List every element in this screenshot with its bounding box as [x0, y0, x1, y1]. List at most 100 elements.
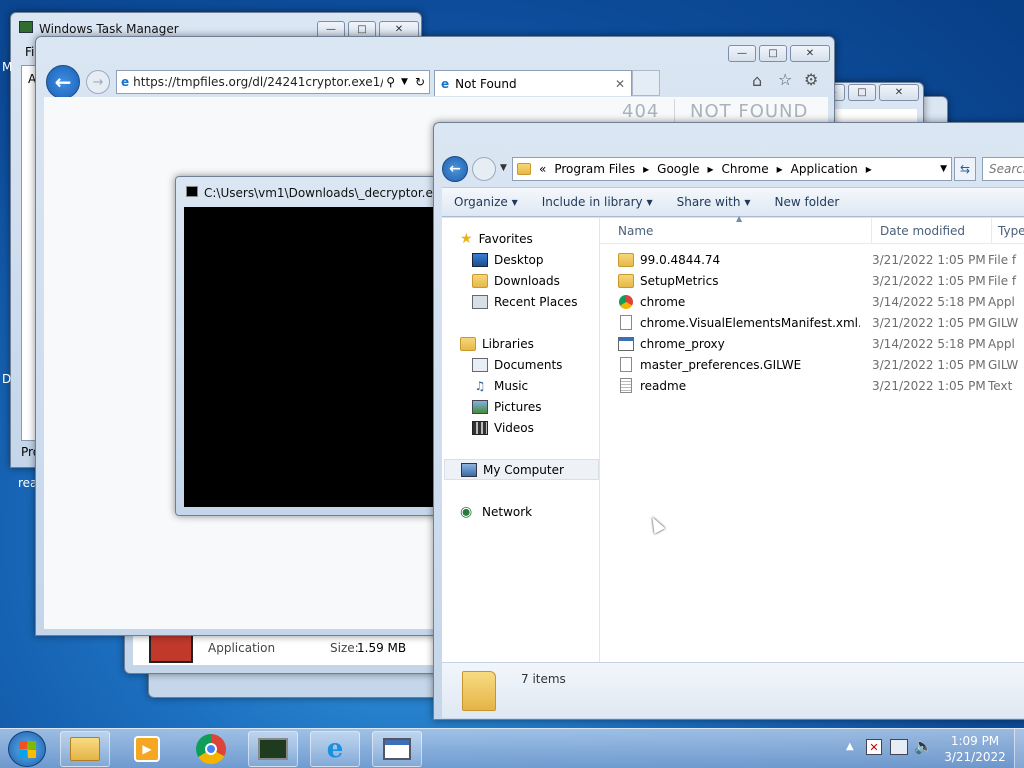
taskbar-console[interactable] [372, 731, 422, 767]
tab-close-icon[interactable]: ✕ [615, 77, 631, 91]
column-date-modified[interactable]: Date modified [872, 218, 992, 243]
breadcrumb-dropdown-icon[interactable]: ▼ [940, 164, 951, 174]
column-headers: Name Date modified Type [600, 218, 1024, 244]
taskbar-media-player[interactable]: ▶ [122, 731, 172, 767]
explorer-back-button[interactable]: ← [442, 156, 468, 182]
table-row[interactable]: chrome_proxy 3/14/2022 5:18 PM Appl [600, 333, 1024, 354]
documents-icon [472, 357, 488, 372]
taskbar-chrome[interactable] [186, 731, 236, 767]
chevron-right-icon[interactable]: ▸ [643, 162, 649, 176]
explorer-forward-button[interactable] [472, 157, 496, 181]
nav-videos[interactable]: Videos [472, 417, 534, 438]
search-icon[interactable]: ⚲ [383, 75, 398, 89]
file-name: master_preferences.GILWE [640, 357, 802, 372]
chevron-right-icon[interactable]: ▸ [707, 162, 713, 176]
breadcrumb[interactable]: « Program Files ▸ Google ▸ Chrome ▸ Appl… [512, 157, 952, 181]
breadcrumb-application[interactable]: Application [791, 162, 858, 176]
bg-maximize-button[interactable]: □ [848, 84, 876, 101]
show-desktop-button[interactable] [1014, 729, 1024, 768]
tray-show-hidden-icon[interactable]: ▲ [846, 741, 854, 752]
bg-close-button[interactable]: ✕ [879, 84, 919, 101]
taskbar-explorer[interactable] [60, 731, 110, 767]
file-date: 3/21/2022 1:05 PM [872, 315, 986, 330]
breadcrumb-google[interactable]: Google [657, 162, 699, 176]
music-icon: ♫ [474, 378, 486, 393]
nav-desktop[interactable]: Desktop [472, 249, 544, 270]
nav-downloads[interactable]: Downloads [472, 270, 560, 291]
new-folder-button[interactable]: New folder [762, 188, 851, 216]
file-size-label: Size: [330, 641, 359, 655]
organize-button[interactable]: Organize ▼ [442, 188, 530, 216]
chevron-right-icon[interactable]: ▸ [866, 162, 872, 176]
history-dropdown-icon[interactable]: ▼ [500, 163, 507, 173]
table-row[interactable]: 99.0.4844.74 3/21/2022 1:05 PM File f [600, 249, 1024, 270]
start-button[interactable] [8, 731, 46, 767]
ie-close-button[interactable]: ✕ [790, 45, 830, 62]
include-library-label: Include in library [541, 195, 643, 209]
chevron-right-icon[interactable]: ▸ [777, 162, 783, 176]
forward-button[interactable]: → [86, 70, 110, 94]
new-tab-area[interactable] [632, 70, 660, 96]
taskbar-task-manager[interactable] [248, 731, 298, 767]
ie-tab[interactable]: e Not Found ✕ [434, 70, 632, 96]
home-icon[interactable]: ⌂ [752, 71, 762, 90]
share-with-button[interactable]: Share with ▼ [665, 188, 763, 216]
console-output[interactable] [184, 207, 466, 507]
desktop-letter-d: D [2, 372, 12, 386]
address-bar[interactable]: e https://tmpfiles.org/dl/24241cryptor.e… [116, 70, 430, 94]
search-input[interactable]: Search [982, 157, 1024, 181]
file-name: chrome.VisualElementsManifest.xml.GIL... [640, 315, 860, 330]
volume-icon[interactable]: 🔈 [914, 737, 933, 755]
table-row[interactable]: readme 3/21/2022 1:05 PM Text [600, 375, 1024, 396]
refresh-icon[interactable]: ↻ [411, 75, 429, 89]
ie-minimize-button[interactable]: — [728, 45, 756, 62]
dropdown-arrow-icon: ▼ [744, 197, 751, 207]
file-name: chrome [640, 294, 686, 309]
breadcrumb-overflow[interactable]: « [539, 162, 546, 176]
tools-gear-icon[interactable]: ⚙ [804, 70, 818, 89]
include-in-library-button[interactable]: Include in library ▼ [530, 188, 665, 216]
ie-caption-buttons: — □ ✕ [728, 45, 830, 62]
file-name: SetupMetrics [640, 273, 719, 288]
nav-libraries[interactable]: Libraries [460, 333, 534, 354]
explorer-folder-icon [70, 737, 100, 761]
taskbar-internet-explorer[interactable]: e [310, 731, 360, 767]
nav-downloads-label: Downloads [494, 273, 560, 288]
dropdown-arrow-icon[interactable]: ▼ [398, 77, 411, 87]
explorer-window: ← ▼ « Program Files ▸ Google ▸ Chrome ▸ … [433, 122, 1024, 720]
share-with-label: Share with [676, 195, 741, 209]
breadcrumb-program-files[interactable]: Program Files [554, 162, 635, 176]
favorites-star-icon[interactable]: ☆ [778, 70, 792, 89]
column-name[interactable]: Name [600, 218, 872, 243]
explorer-refresh-button[interactable]: ⇆ [954, 157, 976, 181]
nav-my-computer[interactable]: My Computer [444, 459, 599, 480]
ie-maximize-button[interactable]: □ [759, 45, 787, 62]
action-center-flag-icon[interactable]: ✕ [866, 739, 882, 755]
nav-recent-places[interactable]: Recent Places [472, 291, 577, 312]
task-manager-icon [19, 21, 33, 33]
table-row[interactable]: chrome.VisualElementsManifest.xml.GIL...… [600, 312, 1024, 333]
table-row[interactable]: master_preferences.GILWE 3/21/2022 1:05 … [600, 354, 1024, 375]
nav-network[interactable]: ◉ Network [460, 501, 532, 522]
breadcrumb-chrome[interactable]: Chrome [722, 162, 769, 176]
network-tray-icon[interactable] [890, 739, 908, 755]
search-placeholder: Search [989, 162, 1024, 176]
star-icon: ★ [460, 230, 473, 247]
column-type[interactable]: Type [992, 218, 1024, 243]
task-manager-menu-file[interactable]: Fi [25, 45, 34, 59]
file-name: chrome_proxy [640, 336, 725, 351]
downloads-folder-icon [472, 273, 488, 288]
nav-favorites[interactable]: ★ Favorites [460, 228, 533, 249]
ie-page-icon: e [121, 75, 130, 89]
nav-documents[interactable]: Documents [472, 354, 562, 375]
chrome-icon [619, 294, 633, 309]
nav-pictures[interactable]: Pictures [472, 396, 542, 417]
back-button[interactable]: ← [46, 65, 80, 99]
nav-music[interactable]: ♫ Music [472, 375, 529, 396]
file-type: GILW [988, 315, 1019, 330]
console-icon [186, 186, 198, 197]
clock[interactable]: 1:09 PM 3/21/2022 [940, 733, 1010, 765]
table-row[interactable]: SetupMetrics 3/21/2022 1:05 PM File f [600, 270, 1024, 291]
table-row[interactable]: chrome 3/14/2022 5:18 PM Appl [600, 291, 1024, 312]
error-code: 404 [622, 101, 660, 122]
